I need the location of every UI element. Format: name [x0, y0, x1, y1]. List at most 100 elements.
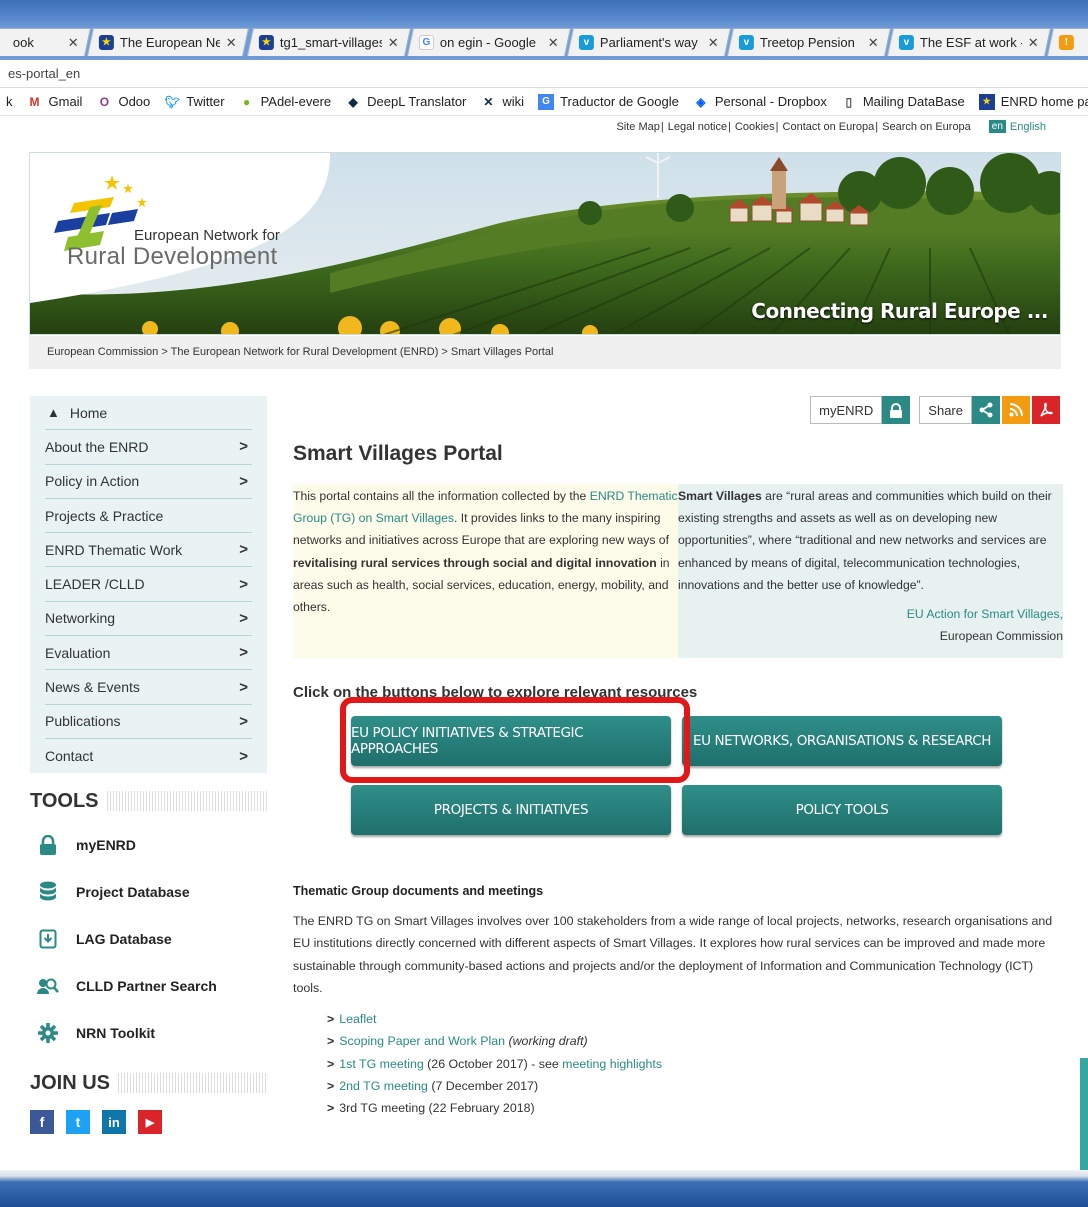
sidebar-item-networking[interactable]: Networking > — [45, 602, 252, 637]
browser-tab[interactable]: G on egin - Google ✕ — [407, 28, 571, 56]
sidebar-item-policy-in-action[interactable]: Policy in Action > — [45, 465, 252, 499]
breadcrumb[interactable]: European Commission > The European Netwo… — [29, 336, 1061, 369]
youtube-icon[interactable]: ▶ — [138, 1110, 162, 1134]
bookmark-item[interactable]: k — [6, 94, 13, 109]
translate-icon: G — [538, 93, 555, 110]
list-italic-text: (working draft) — [508, 1034, 588, 1049]
separator: | — [728, 120, 731, 133]
site-map-link[interactable]: Site Map — [616, 121, 659, 133]
pdf-icon[interactable] — [1032, 396, 1060, 424]
contact-europa-link[interactable]: Contact on Europa — [783, 121, 875, 133]
first-tg-meeting-link[interactable]: 1st TG meeting — [339, 1057, 423, 1071]
sidebar-item-label: Evaluation — [45, 644, 111, 661]
bookmark-label: k — [6, 94, 13, 109]
taskbar — [0, 1170, 1088, 1207]
tool-myenrd[interactable]: myENRD — [36, 833, 136, 857]
browser-tab[interactable]: ★ The European Net ✕ — [87, 28, 249, 56]
language-code: en — [988, 120, 1006, 133]
bookmark-padel[interactable]: ● PAdel-evere — [239, 94, 331, 110]
sidebar-item-label: Home — [69, 404, 108, 421]
search-europa-link[interactable]: Search on Europa — [882, 121, 971, 133]
address-bar[interactable]: es-portal_en — [0, 60, 1088, 88]
browser-tab[interactable]: v The ESF at work - ✕ — [887, 28, 1051, 56]
legal-notice-link[interactable]: Legal notice — [668, 121, 727, 133]
lock-icon[interactable] — [882, 396, 911, 424]
tg-section-heading: Thematic Group documents and meetings — [293, 884, 544, 898]
eu-action-link[interactable]: EU Action for Smart Villages, — [907, 607, 1063, 621]
bookmark-mailing[interactable]: ▯ Mailing DataBase — [841, 94, 965, 110]
tab-label: Treetop Pension — [759, 35, 855, 50]
browser-tab[interactable]: v Treetop Pension ✕ — [727, 28, 891, 56]
cookies-link[interactable]: Cookies — [735, 121, 775, 133]
heading-rule — [106, 791, 267, 811]
sidebar-item-contact[interactable]: Contact > — [45, 739, 252, 773]
browser-tab[interactable]: ook ✕ — [0, 28, 91, 56]
logo-text-line1: European Network for — [134, 227, 280, 244]
policy-tools-button[interactable]: POLICY TOOLS — [682, 785, 1002, 835]
scrollbar-thumb[interactable] — [1080, 1058, 1088, 1170]
bookmark-enrd[interactable]: ★ ENRD home page - E — [978, 93, 1088, 110]
sidebar-item-projects-practice[interactable]: Projects & Practice — [45, 499, 252, 534]
twitter-icon[interactable]: t — [66, 1110, 90, 1134]
close-icon[interactable]: ✕ — [68, 35, 79, 51]
intro-text: This portal contains all the information… — [293, 489, 590, 503]
bookmark-deepl[interactable]: ◆ DeepL Translator — [345, 94, 467, 110]
close-icon[interactable]: ✕ — [708, 35, 719, 51]
logo-text-line2: Rural Development — [67, 243, 278, 270]
close-icon[interactable]: ✕ — [226, 35, 237, 51]
sidebar-item-about[interactable]: About the ENRD > — [45, 430, 252, 465]
leaflet-link[interactable]: Leaflet — [339, 1012, 376, 1026]
tool-label: LAG Database — [76, 931, 172, 947]
myenrd-button[interactable]: myENRD — [810, 396, 883, 424]
tool-clld-partner-search[interactable]: CLLD Partner Search — [36, 974, 217, 998]
padel-icon: ● — [242, 94, 251, 109]
page-actions: myENRD Share — [810, 396, 1060, 424]
sidebar-item-thematic-work[interactable]: ENRD Thematic Work > — [45, 533, 252, 568]
sidebar-item-evaluation[interactable]: Evaluation > — [45, 636, 252, 671]
bookmark-translate[interactable]: G Traductor de Google — [538, 93, 679, 110]
close-icon[interactable]: ✕ — [548, 35, 559, 51]
chevron-right-icon: > — [327, 1056, 335, 1071]
sidebar-item-publications[interactable]: Publications > — [45, 705, 252, 739]
tool-nrn-toolkit[interactable]: NRN Toolkit — [36, 1021, 155, 1045]
sidebar-item-home[interactable]: ▲ Home — [45, 396, 252, 431]
bookmark-label: ENRD home page - E — [1000, 94, 1088, 109]
close-icon[interactable]: ✕ — [868, 35, 879, 51]
join-heading-text: JOIN US — [30, 1071, 111, 1094]
eu-flag-icon: ★ — [978, 93, 995, 110]
bookmark-gmail[interactable]: M Gmail — [27, 94, 83, 110]
bookmark-dropbox[interactable]: ◈ Personal - Dropbox — [693, 94, 827, 110]
sidebar-item-leader-clld[interactable]: LEADER /CLLD > — [45, 567, 252, 602]
dropbox-icon: ◈ — [696, 94, 706, 109]
citation-org: European Commission — [939, 629, 1063, 644]
browser-tab[interactable]: ★ tg1_smart-villages ✕ — [247, 28, 411, 56]
bookmark-wiki[interactable]: ✕ wiki — [480, 94, 524, 110]
browser-tab[interactable]: v Parliament's way ✕ — [567, 28, 731, 56]
eu-networks-button[interactable]: EU NETWORKS, ORGANISATIONS & RESEARCH — [682, 716, 1002, 766]
close-icon[interactable]: ✕ — [388, 35, 399, 51]
share-icon[interactable] — [972, 396, 1000, 424]
twitter-icon: 🐦︎ — [164, 94, 180, 109]
linkedin-icon[interactable]: in — [102, 1110, 126, 1134]
language-selector[interactable]: en English — [988, 120, 1046, 133]
eu-flag-icon: ★ — [98, 35, 114, 50]
red-highlight-box — [340, 697, 690, 783]
second-tg-meeting-link[interactable]: 2nd TG meeting — [339, 1079, 428, 1093]
sidebar-item-news-events[interactable]: News & Events > — [45, 670, 252, 705]
list-item: > Leaflet — [327, 1008, 662, 1030]
meeting-highlights-link[interactable]: meeting highlights — [562, 1057, 662, 1071]
download-file-icon — [36, 927, 60, 951]
scoping-paper-link[interactable]: Scoping Paper and Work Plan — [339, 1034, 505, 1048]
rss-icon[interactable] — [1002, 396, 1030, 424]
facebook-icon[interactable]: f — [30, 1110, 54, 1134]
bookmark-odoo[interactable]: O Odoo — [96, 94, 150, 110]
tool-lag-database[interactable]: LAG Database — [36, 927, 172, 951]
bookmark-label: Twitter — [186, 94, 225, 109]
page-title: Smart Villages Portal — [293, 442, 503, 465]
share-button[interactable]: Share — [919, 396, 972, 424]
bookmark-twitter[interactable]: 🐦︎ Twitter — [164, 94, 225, 110]
close-icon[interactable]: ✕ — [1028, 35, 1039, 51]
projects-initiatives-button[interactable]: PROJECTS & INITIATIVES — [351, 785, 671, 835]
browser-tab[interactable]: ! — [1047, 28, 1088, 56]
tool-project-database[interactable]: Project Database — [36, 880, 190, 904]
